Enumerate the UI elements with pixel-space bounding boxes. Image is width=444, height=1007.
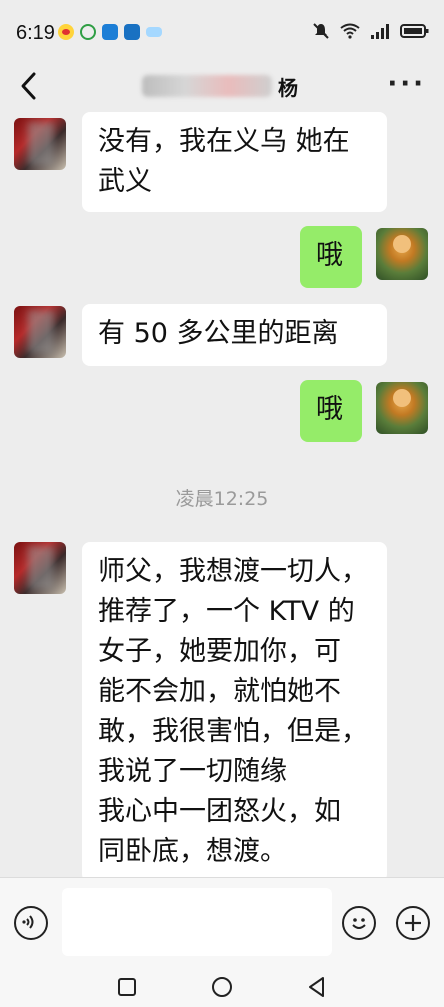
- contact-name: 杨: [120, 70, 320, 102]
- app-icon: [146, 27, 162, 37]
- more-dots-icon[interactable]: ···: [387, 71, 426, 97]
- message-line: 女子，她要加你，可: [98, 636, 341, 667]
- message-bubble-incoming[interactable]: 没有，我在义乌 她在 武义: [82, 112, 387, 212]
- message-line: 武义: [98, 166, 152, 197]
- message-line: 我说了一切随缘: [98, 756, 287, 787]
- app-icon: [124, 24, 140, 40]
- weibo-icon: [58, 24, 74, 40]
- message-input[interactable]: [62, 888, 332, 956]
- message-line: 有 50 多公里的距离: [98, 318, 339, 349]
- notification-icons: [58, 24, 162, 40]
- message-line: 敢，我很害怕，但是，: [98, 716, 368, 747]
- battery-icon: [400, 24, 429, 38]
- message-line: 哦: [316, 240, 343, 271]
- status-time: 6:19: [16, 22, 55, 44]
- triangle-back-icon[interactable]: [302, 972, 332, 1002]
- message-bubble-outgoing[interactable]: 哦: [300, 380, 362, 442]
- message-line: 我心中一团怒火，如: [98, 796, 341, 827]
- app-icon: [102, 24, 118, 40]
- chevron-left-icon[interactable]: [14, 68, 44, 104]
- square-recent-icon[interactable]: [112, 972, 142, 1002]
- input-bar: [0, 877, 444, 966]
- status-bar: 6:19: [0, 0, 444, 60]
- self-avatar[interactable]: [376, 382, 428, 434]
- signal-icon: [371, 24, 389, 39]
- plus-icon[interactable]: [396, 906, 430, 940]
- self-avatar[interactable]: [376, 228, 428, 280]
- contact-avatar[interactable]: [14, 118, 66, 170]
- message-line: 推荐了，一个 KTV 的: [98, 596, 355, 627]
- message-line: 同卧底，想渡。: [98, 836, 287, 867]
- blurred-name: [142, 75, 272, 97]
- message-line: 能不会加，就怕她不: [98, 676, 341, 707]
- message-bubble-outgoing[interactable]: 哦: [300, 226, 362, 288]
- circle-home-icon[interactable]: [207, 972, 237, 1002]
- message-timestamp: 凌晨12:25: [175, 488, 269, 510]
- emoji-icon[interactable]: [342, 906, 376, 940]
- wifi-icon: [340, 23, 360, 39]
- contact-avatar[interactable]: [14, 542, 66, 594]
- message-line: 哦: [316, 394, 343, 425]
- voice-icon[interactable]: [14, 906, 48, 940]
- contact-avatar[interactable]: [14, 306, 66, 358]
- system-nav-bar: [0, 966, 444, 1007]
- system-icons: [312, 22, 430, 40]
- contact-name-text: 杨: [278, 75, 298, 100]
- message-line: 师父，我想渡一切人，: [98, 556, 368, 587]
- message-list[interactable]: 没有，我在义乌 她在 武义 哦 有 50 多公里的距离 哦 凌晨12:25 师父…: [0, 112, 444, 877]
- app-icon: [80, 24, 96, 40]
- mute-icon: [313, 23, 329, 39]
- message-bubble-incoming[interactable]: 师父，我想渡一切人， 推荐了，一个 KTV 的 女子，她要加你，可 能不会加，就…: [82, 542, 387, 877]
- message-line: 没有，我在义乌 她在: [98, 126, 350, 157]
- chat-header: 杨 ···: [0, 60, 444, 112]
- message-bubble-incoming[interactable]: 有 50 多公里的距离: [82, 304, 387, 366]
